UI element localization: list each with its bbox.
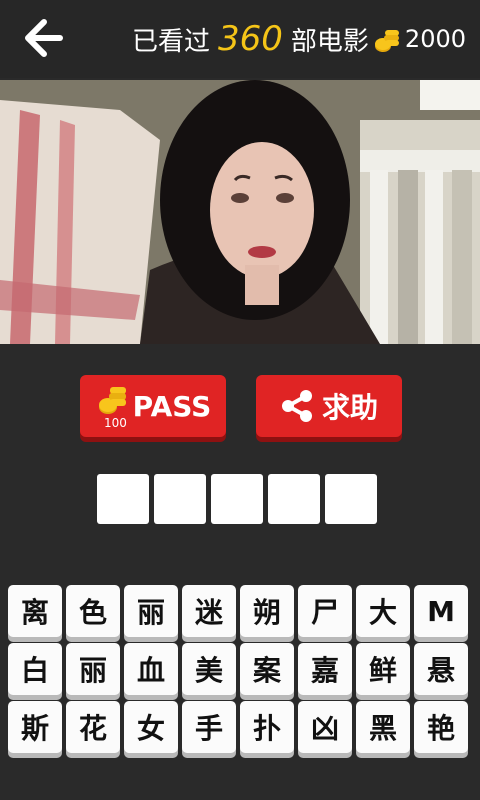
letter-key[interactable]: 离 xyxy=(8,585,62,637)
letter-key[interactable]: 案 xyxy=(240,643,294,695)
letter-key[interactable]: 斯 xyxy=(8,701,62,753)
answer-slot[interactable] xyxy=(154,474,206,524)
letter-key[interactable]: 朔 xyxy=(240,585,294,637)
help-label: 求助 xyxy=(321,391,378,424)
letter-key[interactable]: 鲜 xyxy=(356,643,410,695)
share-icon xyxy=(281,390,312,422)
letter-key[interactable]: 嘉 xyxy=(298,643,352,695)
top-bar: 已看过 360 部电影 2000 xyxy=(0,0,480,78)
pass-cost: 100 xyxy=(104,416,127,430)
watched-count: 360 xyxy=(218,19,283,59)
letter-key[interactable]: 色 xyxy=(66,585,120,637)
letter-key[interactable]: 大 xyxy=(356,585,410,637)
letter-key[interactable]: 尸 xyxy=(298,585,352,637)
answer-slots xyxy=(97,474,377,524)
letter-keyboard: 离 色 丽 迷 朔 尸 大 M 白 丽 血 美 案 嘉 鲜 悬 斯 花 女 手 … xyxy=(8,585,474,753)
answer-slot[interactable] xyxy=(325,474,377,524)
letter-key[interactable]: 丽 xyxy=(124,585,178,637)
letter-key[interactable]: M xyxy=(414,585,468,637)
help-button[interactable]: 求助 xyxy=(256,375,402,437)
letter-key[interactable]: 花 xyxy=(66,701,120,753)
back-button[interactable] xyxy=(22,18,66,58)
back-arrow-icon xyxy=(25,19,63,57)
answer-slot[interactable] xyxy=(268,474,320,524)
watched-prefix: 已看过 xyxy=(131,26,210,57)
letter-key[interactable]: 迷 xyxy=(182,585,236,637)
letter-key[interactable]: 血 xyxy=(124,643,178,695)
progress-title: 已看过 360 部电影 2000 xyxy=(132,18,466,60)
coin-balance: 2000 xyxy=(404,25,466,53)
movie-still-image xyxy=(0,80,480,344)
letter-key[interactable]: 美 xyxy=(182,643,236,695)
pass-label: PASS xyxy=(132,389,212,423)
letter-key[interactable]: 黑 xyxy=(356,701,410,753)
letter-key[interactable]: 白 xyxy=(8,643,62,695)
coin-stack-icon xyxy=(374,30,399,52)
letter-key[interactable]: 悬 xyxy=(414,643,468,695)
answer-slot[interactable] xyxy=(97,474,149,524)
coin-stack-icon xyxy=(99,387,126,414)
answer-slot[interactable] xyxy=(211,474,263,524)
letter-key[interactable]: 手 xyxy=(182,701,236,753)
pass-button[interactable]: 100 PASS xyxy=(80,375,226,437)
letter-key[interactable]: 丽 xyxy=(66,643,120,695)
watched-suffix: 部电影 xyxy=(290,26,369,57)
letter-key[interactable]: 凶 xyxy=(298,701,352,753)
letter-key[interactable]: 女 xyxy=(124,701,178,753)
letter-key[interactable]: 艳 xyxy=(414,701,468,753)
letter-key[interactable]: 扑 xyxy=(240,701,294,753)
